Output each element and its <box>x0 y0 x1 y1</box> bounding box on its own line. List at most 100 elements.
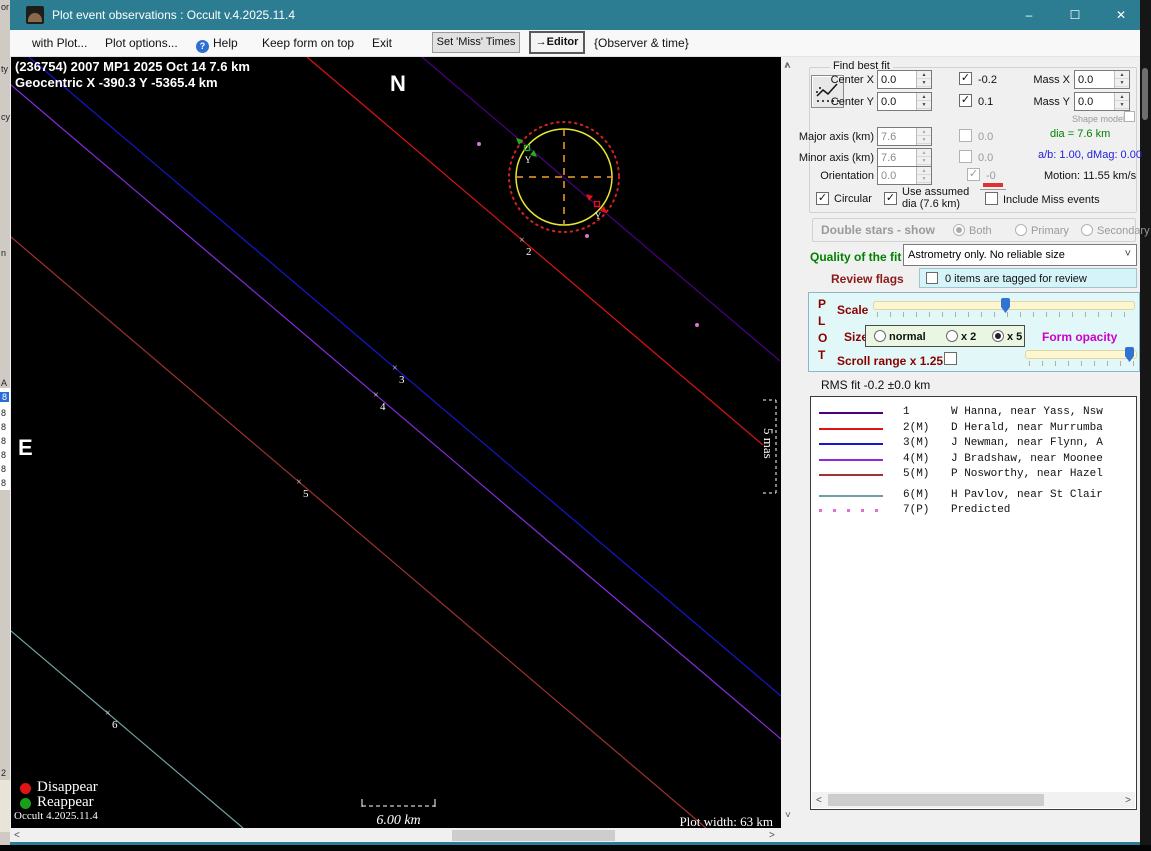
plot-area[interactable]: × 2 × 3 × 4 × 5 × 6 Y Y (236754) 2007 MP1 2025 Oct … <box>11 57 781 828</box>
chord-colour-swatch[interactable] <box>983 183 1003 187</box>
scroll-left-icon[interactable]: ˂ <box>14 830 20 841</box>
diameter-label: dia = 7.6 km <box>1050 128 1111 140</box>
station-tick-4: × <box>373 390 379 401</box>
background-text-fragment: ty <box>1 64 9 74</box>
chord-list-name: H Pavlov, near St Clair <box>951 488 1103 501</box>
menu-item-help[interactable]: ? Help <box>196 36 238 53</box>
scale-slider-thumb[interactable] <box>1001 298 1010 313</box>
review-flags-checkbox[interactable] <box>926 272 938 284</box>
background-window-left-strip: or ty cy n A 8 8 8 8 8 8 8 2 <box>0 0 10 851</box>
form-opacity-label: Form opacity <box>1042 330 1118 344</box>
opacity-slider[interactable] <box>1025 350 1137 359</box>
menu-item-with-plot---[interactable]: with Plot... <box>32 36 87 50</box>
north-label: N <box>390 71 406 96</box>
shape-model-checkbox[interactable] <box>1124 111 1135 122</box>
scroll-right-icon[interactable]: ˃ <box>1125 795 1131 806</box>
chord-number-2: 2 <box>526 246 532 258</box>
size-option-label: x 5 <box>1007 331 1023 343</box>
background-text-fragment: n <box>1 248 7 258</box>
background-text-fragment: 8 <box>1 478 7 488</box>
plot-header-line1: (236754) 2007 MP1 2025 Oct 14 7.6 km <box>15 59 250 74</box>
circular-label: Circular <box>834 193 872 205</box>
scroll-range-checkbox[interactable] <box>944 352 957 365</box>
orientation-spinner: 0.0 ▲ ▼ <box>877 166 932 185</box>
plot-hscroll-thumb[interactable] <box>452 830 615 841</box>
chord-list-scrollbar[interactable]: ˂ ˃ <box>812 792 1135 808</box>
minimize-button[interactable]: – <box>1012 4 1046 26</box>
chord-list-row-1[interactable]: 1 W Hanna, near Yass, Nsw <box>811 405 1136 420</box>
chevron-down-icon[interactable]: ˅ <box>1125 248 1131 260</box>
maximize-button[interactable]: ☐ <box>1058 4 1092 26</box>
center-y-fit-checkbox[interactable] <box>959 94 972 107</box>
chord-list[interactable]: 1 W Hanna, near Yass, Nsw 2(M) D Herald, ne… <box>810 396 1137 810</box>
scroll-right-icon[interactable]: ˃ <box>769 830 775 841</box>
chord-list-row-5(M)[interactable]: 5(M) P Nosworthy, near Hazel <box>811 467 1136 482</box>
size-radio-x2[interactable] <box>946 330 958 342</box>
center-y-spinner[interactable]: 0.0 ▲ ▼ <box>877 92 932 111</box>
quality-value: Astrometry only. No reliable size <box>908 249 1065 261</box>
menu-item-plot-options---[interactable]: Plot options... <box>105 36 178 50</box>
opacity-slider-thumb[interactable] <box>1125 347 1134 362</box>
double-stars-radio-primary <box>1015 224 1027 236</box>
size-radio-x5[interactable] <box>992 330 1004 342</box>
orientation-label: Orientation <box>820 170 874 182</box>
chord-list-row-3(M)[interactable]: 3(M) J Newman, near Flynn, A <box>811 436 1136 451</box>
chord-list-row-4(M)[interactable]: 4(M) J Bradshaw, near Moonee <box>811 452 1136 467</box>
background-text-fragment: 8 <box>1 464 7 474</box>
chord-list-row-6(M)[interactable]: 6(M) H Pavlov, near St Clair <box>811 488 1136 503</box>
background-text-fragment: 8 <box>1 436 7 446</box>
scroll-down-icon[interactable]: ˅ <box>785 810 791 821</box>
menu-item-keep-form-on-top[interactable]: Keep form on top <box>262 36 354 50</box>
help-icon: ? <box>196 40 209 53</box>
quality-combobox[interactable]: Astrometry only. No reliable size ˅ <box>903 244 1137 266</box>
minor-axis-fit-checkbox <box>959 150 972 163</box>
chord-5[interactable] <box>11 236 707 828</box>
background-text-fragment: A <box>1 378 8 388</box>
double-stars-option-label: Primary <box>1031 225 1069 237</box>
chord-list-row-7(P)[interactable]: 7(P) Predicted <box>811 503 1136 518</box>
orientation-fit-checkbox <box>967 168 980 181</box>
background-scrollbar-thumb <box>1142 68 1148 120</box>
close-button[interactable]: ✕ <box>1104 4 1138 26</box>
shape-model-label: Shape model <box>1072 114 1126 124</box>
plot-letter: O <box>818 331 828 345</box>
scroll-left-icon[interactable]: ˂ <box>816 795 822 806</box>
chord-2[interactable] <box>306 57 764 446</box>
km-scale-label: 6.00 km <box>376 813 421 828</box>
background-text-fragment: or <box>1 2 10 12</box>
chord-list-scroll-thumb[interactable] <box>828 794 1044 806</box>
circular-checkbox[interactable] <box>816 192 829 205</box>
plot-letter: P <box>818 297 827 311</box>
chord-list-name: J Newman, near Flynn, A <box>951 437 1103 449</box>
chord-1[interactable] <box>421 57 781 362</box>
set-miss-times-button[interactable]: Set 'Miss' Times <box>432 32 520 53</box>
collapse-panel-icon[interactable]: ˄ <box>784 60 790 72</box>
plot-horizontal-scrollbar[interactable]: ˂ ˃ <box>11 829 781 842</box>
review-flags-value: 0 items are tagged for review <box>945 273 1087 285</box>
disappear-legend-dot <box>20 783 31 794</box>
use-assumed-dia-checkbox[interactable] <box>884 192 897 205</box>
center-x-label: Center X <box>830 74 874 86</box>
chord-list-number: 2(M) <box>903 421 930 434</box>
chord-list-row-2(M)[interactable]: 2(M) D Herald, near Murrumba <box>811 421 1136 436</box>
size-option-label: normal <box>889 331 926 343</box>
editor-button[interactable]: →Editor <box>529 31 585 54</box>
opacity-slider-ticks <box>1029 361 1135 366</box>
center-x-fit-checkbox[interactable] <box>959 72 972 85</box>
minor-axis-label: Minor axis (km) <box>798 152 874 164</box>
mass-x-spinner[interactable]: 0.0 ▲ ▼ <box>1074 70 1130 89</box>
size-radio-normal[interactable] <box>874 330 886 342</box>
scale-slider-ticks <box>877 312 1133 317</box>
size-radio-group: normal x 2 x 5 <box>865 325 1025 347</box>
include-miss-checkbox[interactable] <box>985 192 998 205</box>
center-y-flag-label: 0.1 <box>978 96 994 108</box>
center-x-spinner[interactable]: 0.0 ▲ ▼ <box>877 70 932 89</box>
chord-list-number: 5(M) <box>903 468 930 480</box>
chord-4[interactable] <box>11 84 781 740</box>
menu-item-exit[interactable]: Exit <box>372 36 392 50</box>
background-text-fragment: 8 <box>1 422 7 432</box>
plot-letter: T <box>818 348 826 362</box>
chord-list-name: D Herald, near Murrumba <box>951 421 1103 434</box>
chord-3[interactable] <box>28 57 781 697</box>
mass-y-spinner[interactable]: 0.0 ▲ ▼ <box>1074 92 1130 111</box>
